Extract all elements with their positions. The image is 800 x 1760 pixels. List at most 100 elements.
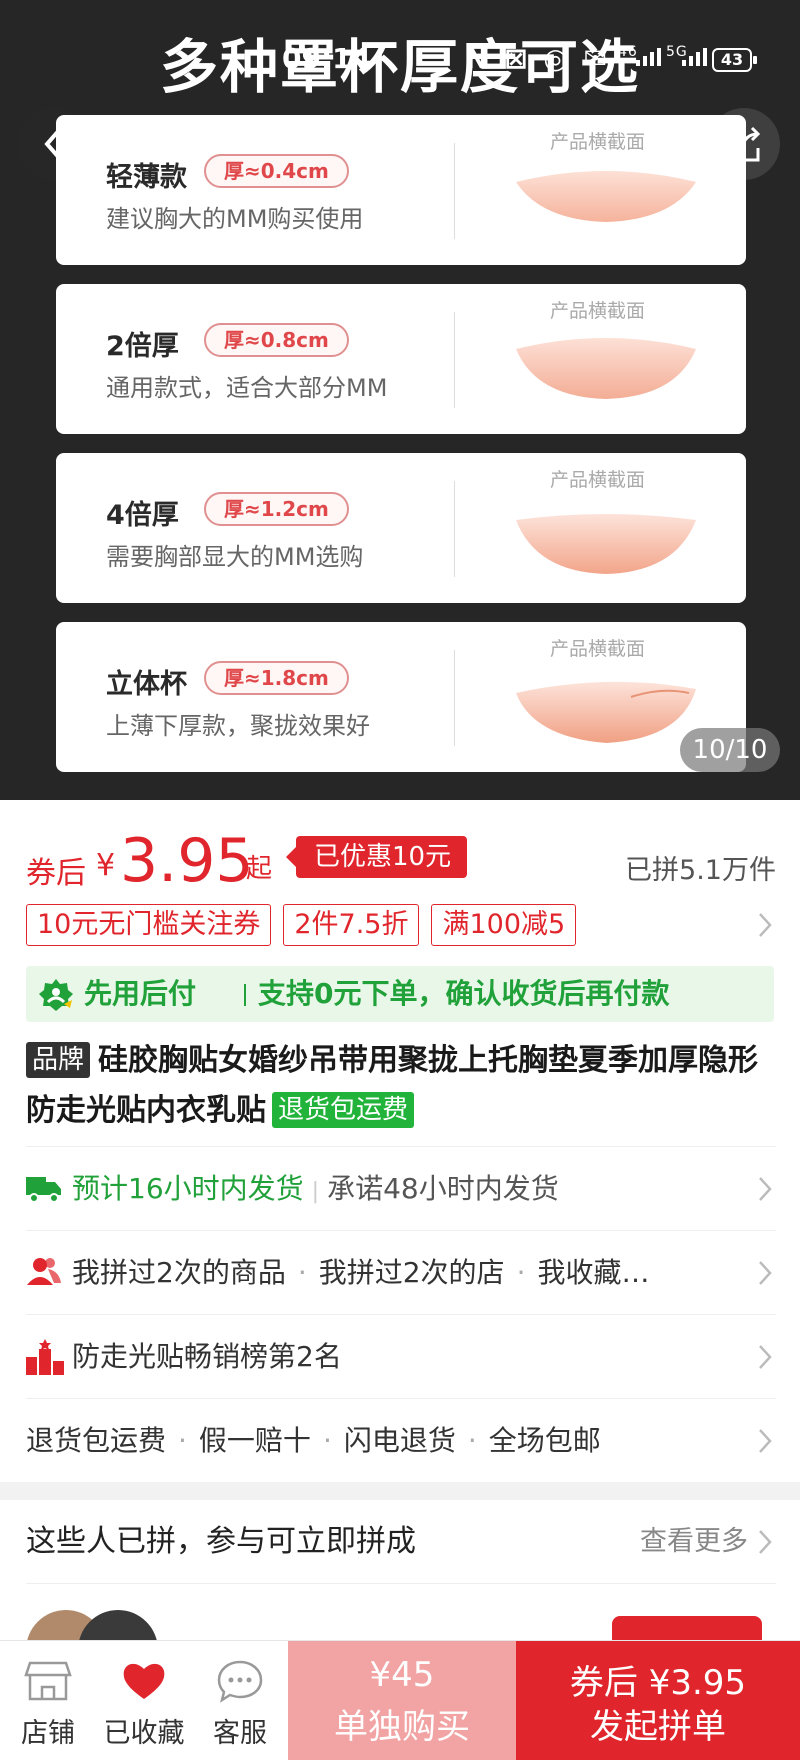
coupon-tag[interactable]: 2件7.5折 — [283, 904, 420, 946]
chevron-right-icon — [759, 913, 772, 937]
pay-later-badge-icon — [39, 979, 73, 1011]
thickness-pill: 厚≈1.2cm — [204, 492, 349, 526]
price-row: 券后 ¥ 3.95 起 已优惠10元 已拼5.1万件 — [26, 826, 776, 896]
separator-dot: · — [516, 1256, 526, 1289]
favorite-button[interactable]: 已收藏 — [96, 1641, 192, 1760]
single-label: 单独购买 — [334, 1707, 470, 1747]
coupon-tag[interactable]: 10元无门槛关注券 — [26, 904, 272, 946]
ranking-row[interactable]: 防走光贴畅销榜第2名 — [26, 1314, 776, 1398]
service-guarantee-row[interactable]: 退货包运费 · 假一赔十 · 闪电退货 · 全场包邮 — [26, 1398, 776, 1482]
store-button[interactable]: 店铺 — [0, 1641, 96, 1760]
store-label: 店铺 — [21, 1718, 75, 1749]
truck-icon — [26, 1177, 61, 1203]
heart-icon — [123, 1663, 165, 1699]
service-item: 全场包邮 — [488, 1424, 601, 1457]
separator-dot: · — [322, 1424, 332, 1457]
card-divider — [454, 481, 455, 577]
single-price: ¥45 — [369, 1655, 435, 1695]
section-gap — [0, 1482, 800, 1500]
pay-later-title: 先用后付 — [84, 977, 197, 1010]
battery-icon: 43 — [712, 48, 757, 72]
status-bar: 09:14 N ⊠ ◎ ✉ 46 5G 43 — [0, 40, 800, 80]
return-shipping-tag: 退货包运费 — [272, 1092, 415, 1128]
thickness-card: 4倍厚 厚≈1.2cm 需要胸部显大的MM选购 产品横截面 — [56, 453, 746, 603]
card-desc: 上薄下厚款，聚拢效果好 — [106, 712, 370, 740]
chevron-right-icon — [759, 1177, 772, 1201]
history-item: 我收藏… — [537, 1256, 650, 1289]
price-currency: ¥ — [96, 848, 116, 883]
thickness-card: 立体杯 厚≈1.8cm 上薄下厚款，聚拢效果好 产品横截面 — [56, 622, 746, 772]
card-divider — [454, 143, 455, 239]
customer-service-label: 客服 — [213, 1718, 267, 1749]
separator-dot: · — [297, 1256, 307, 1289]
service-item: 退货包运费 — [26, 1424, 167, 1457]
pay-later-desc: 支持0元下单，确认收货后再付款 — [258, 977, 670, 1010]
card-name: 立体杯 — [106, 669, 187, 700]
bottom-action-bar: 店铺 已收藏 客服 ¥45 单独购买 券后 ¥3.95 发起拼单 — [0, 1640, 800, 1760]
group-price: 券后 ¥3.95 — [569, 1663, 747, 1703]
price-value: 3.95 — [120, 826, 254, 896]
cross-section-image — [516, 171, 696, 222]
price-suffix: 起 — [246, 854, 273, 884]
chat-bubble-icon — [217, 1660, 263, 1703]
sold-count: 已拼5.1万件 — [625, 855, 776, 886]
shipping-promise: 承诺48小时内发货 — [327, 1172, 559, 1205]
product-image-carousel[interactable]: 多种罩杯厚度可选 09:14 N ⊠ ◎ ✉ 46 5G 43 轻薄款 厚≈0.… — [0, 0, 800, 800]
group-buy-title: 这些人已拼，参与可立即拼成 — [26, 1524, 416, 1559]
cross-section-image — [516, 681, 696, 743]
chevron-right-icon — [759, 1429, 772, 1453]
card-divider — [454, 650, 455, 746]
shipping-row[interactable]: 预计16小时内发货 | 承诺48小时内发货 — [26, 1146, 776, 1230]
customer-service-button[interactable]: 客服 — [192, 1641, 288, 1760]
card-desc: 建议胸大的MM购买使用 — [106, 205, 364, 233]
see-more-link[interactable]: 查看更多 — [640, 1500, 748, 1584]
card-desc: 需要胸部显大的MM选购 — [106, 543, 364, 571]
section-label: 产品横截面 — [550, 638, 646, 660]
brand-tag: 品牌 — [26, 1042, 91, 1078]
buy-alone-button[interactable]: ¥45 单独购买 — [288, 1641, 516, 1760]
chevron-right-icon — [759, 1345, 772, 1369]
ranking-podium-icon — [26, 1339, 64, 1375]
store-icon — [24, 1661, 72, 1701]
ranking-text: 防走光贴畅销榜第2名 — [72, 1340, 342, 1373]
coupon-tag[interactable]: 满100减5 — [431, 904, 577, 946]
coupon-row[interactable]: 10元无门槛关注券 2件7.5折 满100减5 — [26, 904, 776, 946]
pay-later-banner[interactable]: 先用后付 支持0元下单，确认收货后再付款 — [26, 966, 774, 1022]
service-item: 假一赔十 — [198, 1424, 311, 1457]
status-time: 09:14 — [282, 42, 372, 75]
product-title-block: 品牌 硅胶胸贴女婚纱吊带用聚拢上托胸垫夏季加厚隐形防走光贴内衣乳贴 退货包运费 — [26, 1036, 776, 1136]
thickness-pill: 厚≈0.4cm — [204, 154, 349, 188]
card-name: 2倍厚 — [106, 331, 179, 362]
history-item: 我拼过2次的店 — [318, 1256, 505, 1289]
people-icon — [27, 1258, 61, 1285]
image-counter: 10/10 — [680, 728, 780, 772]
shipping-estimate: 预计16小时内发货 — [72, 1172, 304, 1205]
separator-dot: · — [178, 1424, 187, 1457]
price-prefix: 券后 — [26, 856, 86, 891]
purchase-history-row[interactable]: 我拼过2次的商品 · 我拼过2次的店 · 我收藏… — [26, 1230, 776, 1314]
cross-section-image — [516, 338, 696, 399]
chevron-right-icon — [759, 1261, 772, 1285]
group-buy-header: 这些人已拼，参与可立即拼成 查看更多 — [26, 1500, 776, 1584]
card-name: 4倍厚 — [106, 500, 179, 531]
start-group-buy-button[interactable]: 券后 ¥3.95 发起拼单 — [516, 1641, 800, 1760]
product-page: 多种罩杯厚度可选 09:14 N ⊠ ◎ ✉ 46 5G 43 轻薄款 厚≈0.… — [0, 0, 800, 1760]
chevron-right-icon — [759, 1530, 772, 1554]
favorite-label: 已收藏 — [103, 1718, 185, 1749]
section-label: 产品横截面 — [550, 131, 646, 153]
discount-tag: 已优惠10元 — [285, 836, 468, 878]
cross-section-image — [516, 514, 696, 574]
thickness-card: 2倍厚 厚≈0.8cm 通用款式，适合大部分MM 产品横截面 — [56, 284, 746, 434]
group-buy-row[interactable] — [26, 1586, 776, 1646]
card-divider — [454, 312, 455, 408]
signal-icon-2 — [682, 48, 707, 66]
service-item: 闪电退货 — [343, 1424, 456, 1457]
card-name: 轻薄款 — [106, 162, 187, 193]
thickness-pill: 厚≈0.8cm — [204, 323, 349, 357]
status-notification-icons: N ⊠ ◎ ✉ — [465, 42, 611, 75]
group-label: 发起拼单 — [590, 1707, 726, 1747]
section-label: 产品横截面 — [550, 469, 646, 491]
thickness-pill: 厚≈1.8cm — [204, 661, 349, 695]
section-label: 产品横截面 — [550, 300, 646, 322]
signal-icon — [636, 48, 661, 66]
